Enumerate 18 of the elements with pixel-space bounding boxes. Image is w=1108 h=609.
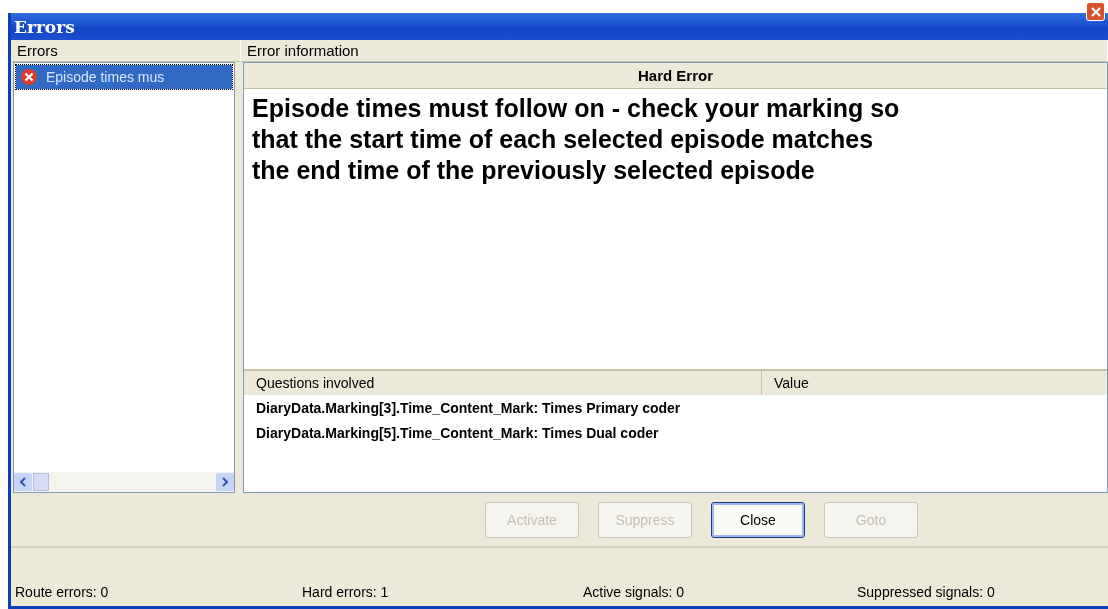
status-text: Hard errors: 1 xyxy=(301,584,390,600)
status-text: Suppressed signals: 0 xyxy=(856,584,995,600)
table-column-header[interactable]: Questions involved xyxy=(244,371,762,395)
table-cell-text: DiaryData.Marking[5].Time_Content_Mark: Times Dual coder xyxy=(255,424,660,443)
severity-header: Hard Error xyxy=(244,63,1107,89)
error-list-item[interactable]: Episode times mus xyxy=(16,65,232,89)
error-icon xyxy=(20,68,38,86)
table-cell-text: DiaryData.Marking[3].Time_Content_Mark: Times Primary coder xyxy=(255,399,682,418)
window-title: Errors xyxy=(14,16,75,37)
status-text: Active signals: 0 xyxy=(582,584,686,600)
status-text: Route errors: 0 xyxy=(14,584,110,600)
scroll-thumb[interactable] xyxy=(33,473,49,491)
close-button[interactable] xyxy=(1086,2,1105,21)
dialog-button[interactable]: Close xyxy=(711,502,805,538)
table-column-header[interactable]: Value xyxy=(762,371,1107,395)
horizontal-scrollbar[interactable] xyxy=(14,472,234,492)
error-message: Episode times must follow on - check your marking so that the start time of each selected episode matches the end time of the previously selected episode xyxy=(251,93,901,186)
close-icon xyxy=(1089,5,1102,18)
